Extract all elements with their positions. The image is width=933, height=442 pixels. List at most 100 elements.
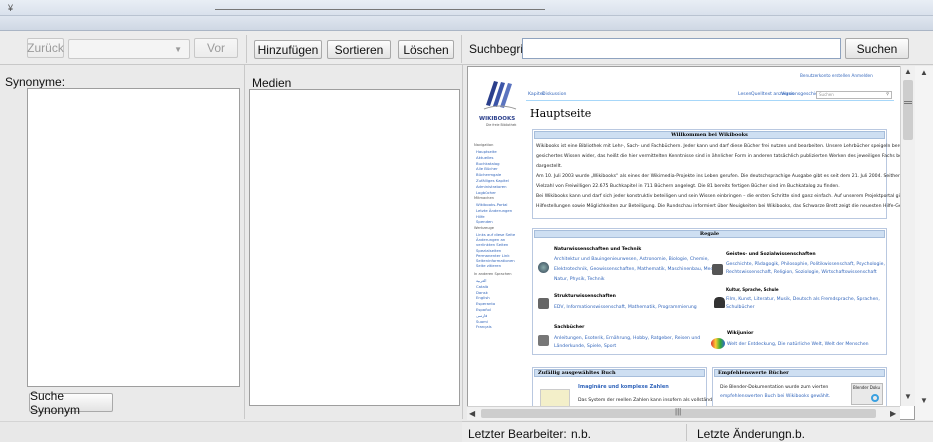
grip-icon-line <box>904 103 912 104</box>
scroll-up-arrow-icon[interactable]: ▲ <box>904 67 912 76</box>
shelf-kultur-title: Kultur, Sprache, Schule <box>726 287 779 292</box>
welcome-text-line: Hilfestellungen sowie Möglichkeiten zur … <box>536 204 915 209</box>
app-window: ¥ Zurück ▼ Vor Hinzufügen Sortieren Lösc… <box>0 0 933 442</box>
scroll-right-arrow-icon[interactable]: ▶ <box>890 409 896 418</box>
tab-underline <box>526 100 894 101</box>
atom-icon <box>538 262 549 273</box>
welcome-text-line: Bei Wikibooks kann und darf sich jeder k… <box>536 194 915 199</box>
shelf-nat-title: Naturwissenschaften und Technik <box>554 247 642 252</box>
random-book-title[interactable]: Imaginäre und komplexe Zahlen <box>578 384 669 390</box>
toolbar-divider <box>246 35 247 63</box>
magnifier-icon: ⚲ <box>886 91 889 96</box>
delete-button[interactable]: Löschen <box>398 40 454 59</box>
recommended-line-2[interactable]: empfehlenswerten Buch bei Wikibooks gewä… <box>720 394 830 400</box>
tab-lesen[interactable]: Lesen <box>738 92 751 98</box>
shelf-struk-title: Strukturwissenschaften <box>554 294 616 299</box>
sort-button[interactable]: Sortieren <box>327 40 391 59</box>
shelf-kultur-line-2[interactable]: Schulbücher <box>726 305 755 311</box>
shelf-sach-title: Sachbücher <box>554 325 585 330</box>
nav-heading: Navigation <box>474 143 494 147</box>
blender-icon <box>871 394 879 402</box>
shelf-geist-line-2[interactable]: Rechtswissenschaft, Religion, Soziologie… <box>726 270 877 276</box>
tab-diskussion[interactable]: Diskussion <box>542 92 566 98</box>
bottom-bar-left <box>0 421 462 442</box>
title-bar: ¥ <box>0 0 933 16</box>
wiki-search-input[interactable]: Suchen ⚲ <box>816 91 892 99</box>
status-divider <box>686 424 687 441</box>
recommended-line-1: Die Blender-Dokumentation wurde zum vier… <box>720 385 829 390</box>
grip-icon-horizontal: ||| <box>675 407 682 416</box>
welcome-text-line: dargestellt. <box>536 164 563 169</box>
title-divider <box>215 9 545 10</box>
recommended-header: Empfehlenswerte Bücher <box>714 369 885 377</box>
search-synonym-button[interactable]: Suche Synonym <box>29 389 113 417</box>
blender-thumbnail: Blender Doku <box>851 383 883 405</box>
outer-vertical-scrollbar[interactable]: ▲ ▼ <box>915 66 933 420</box>
tools-heading: Werkzeuge <box>474 226 494 230</box>
shelf-sach-line-1[interactable]: Anleitungen, Esoterik, Ernährung, Hobby,… <box>554 336 700 342</box>
menu-bar <box>0 16 933 31</box>
web-view[interactable]: WIKIBOOKS Die freie Bibliothek Benutzerk… <box>467 66 915 420</box>
shelf-sach-line-2[interactable]: Länderkunde, Spiele, Sport <box>554 344 616 350</box>
last-change-value: n.b. <box>785 427 806 441</box>
page-heading: Hauptseite <box>530 107 592 120</box>
welcome-text-line: Vielzahl von Freiwilligen 22.675 Buchkap… <box>536 184 840 189</box>
sidebar-tool-link[interactable]: Seite zitieren <box>476 263 501 269</box>
vertical-scroll-thumb[interactable] <box>903 80 913 140</box>
last-change-label: Letzte Änderung: <box>697 427 789 441</box>
shelf-nat-line-3[interactable]: Natur, Physik, Technik <box>554 277 605 283</box>
shelf-kultur-line-1[interactable]: Film, Kunst, Literatur, Musik, Deutsch a… <box>726 297 880 303</box>
open-book-icon <box>538 335 549 346</box>
status-bar: Letzter Bearbeiter: n.b. Letzte Änderung… <box>462 421 933 442</box>
shelf-struk-line[interactable]: EDV, Informationswissenschaft, Mathemati… <box>554 305 697 311</box>
outer-scroll-down-icon[interactable]: ▼ <box>920 396 928 405</box>
back-button[interactable]: Zurück <box>27 38 64 58</box>
toolbar-divider-2 <box>461 35 462 63</box>
search-button[interactable]: Suchen <box>845 38 909 59</box>
scroll-down-arrow-icon[interactable]: ▼ <box>904 392 912 401</box>
mitmachen-heading: Mitmachen <box>474 196 494 200</box>
person-icon <box>714 297 725 308</box>
panel-splitter[interactable] <box>244 65 245 419</box>
web-view-horizontal-scrollbar[interactable]: ◀ ||| ▶ <box>467 406 900 420</box>
scroll-left-arrow-icon[interactable]: ◀ <box>469 409 475 418</box>
languages-heading: In anderen Sprachen <box>474 272 512 276</box>
welcome-text-line: Am 10. Juli 2003 wurde „Wikibooks“ als e… <box>536 174 915 179</box>
random-book-header: Zufällig ausgewähltes Buch <box>534 369 705 377</box>
chevron-down-icon: ▼ <box>174 45 182 54</box>
logo-tagline: Die freie Bibliothek <box>486 123 517 127</box>
sidebar-language-link[interactable]: Français <box>476 324 492 330</box>
last-editor-value: n.b. <box>571 427 592 441</box>
media-title: Medien <box>252 76 292 90</box>
web-view-vertical-scrollbar[interactable]: ▲ ▼ <box>900 66 915 406</box>
search-input[interactable] <box>522 38 841 59</box>
welcome-text-line: Wikibooks ist eine Bibliothek mit Lehr-,… <box>536 144 908 149</box>
outer-scroll-up-icon[interactable]: ▲ <box>920 68 928 77</box>
panel-splitter-2[interactable] <box>462 65 463 419</box>
welcome-header: Willkommen bei Wikibooks <box>534 131 885 139</box>
kids-icon <box>711 338 725 349</box>
synonyms-title: Synonyme: <box>5 75 66 89</box>
history-combo[interactable]: ▼ <box>68 39 190 59</box>
books-icon <box>712 264 723 275</box>
app-icon: ¥ <box>8 3 14 13</box>
shelf-geist-title: Geistes- und Sozialwissenschaften <box>726 252 816 257</box>
shelf-geist-line-1[interactable]: Geschichte, Pädagogik, Philosophie, Poli… <box>726 262 885 268</box>
wiki-search-placeholder: Suchen <box>819 92 834 97</box>
shelf-junior-title: Wikijunior <box>727 331 754 336</box>
welcome-text-line: gesichertes Wissen wider, das heißt die … <box>536 154 913 159</box>
blender-thumbnail-label: Blender Doku <box>853 385 881 390</box>
last-editor-label: Letzter Bearbeiter: <box>468 427 567 441</box>
computer-icon <box>538 298 549 309</box>
media-list[interactable] <box>249 89 460 406</box>
account-links[interactable]: Benutzerkonto erstellen Anmelden <box>800 73 873 79</box>
shelf-junior-line[interactable]: Welt der Entdeckung, Die natürliche Welt… <box>727 342 869 348</box>
add-button[interactable]: Hinzufügen <box>254 40 322 59</box>
forward-button[interactable]: Vor <box>194 38 238 58</box>
wikibooks-logo <box>483 81 517 110</box>
synonyms-list[interactable] <box>27 88 240 387</box>
shelf-nat-line-2[interactable]: Elektrotechnik, Geowissenschaften, Mathe… <box>554 267 723 273</box>
grip-icon <box>904 101 912 102</box>
shelf-nat-line-1[interactable]: Architektur und Bauingenieurwesen, Astro… <box>554 257 709 263</box>
shelves-header: Regale <box>534 230 885 238</box>
